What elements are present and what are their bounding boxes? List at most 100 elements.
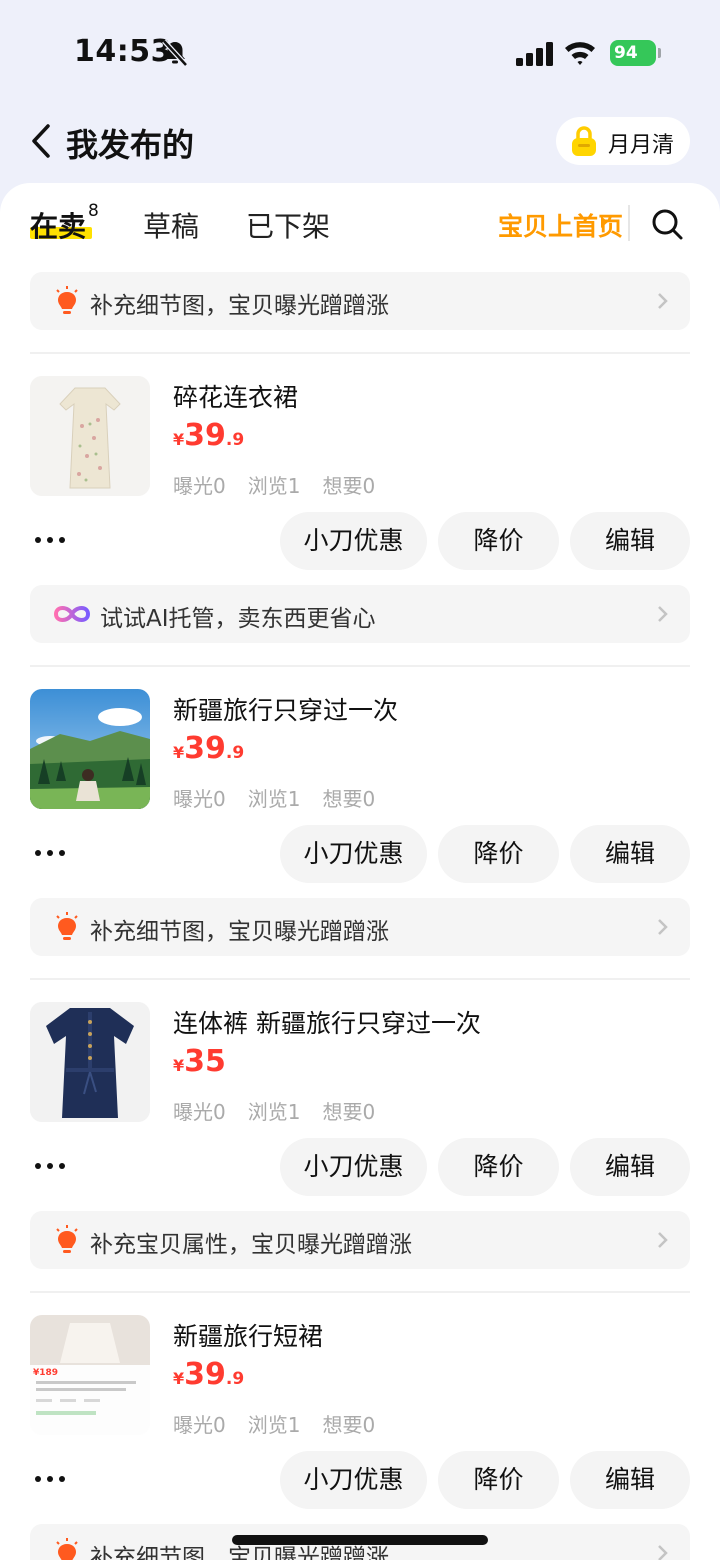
bell-slash-icon [162,39,188,67]
tab-bar: 在卖 8 草稿 已下架 宝贝上首页 [0,183,720,263]
price-currency: ¥ [173,1056,185,1075]
tip-banner[interactable]: 补充宝贝属性，宝贝曝光蹭蹭涨 [30,1211,690,1269]
status-time: 14:53 [74,34,172,69]
chevron-right-icon [658,919,668,935]
listing-price: ¥39.9 [173,1357,244,1392]
listing-item: ¥189 新疆旅行短裙 ¥39.9 曝光0 浏览1 想要0 小刀优惠 降价 编辑 [0,1315,720,1515]
listing-price: ¥35 [173,1044,226,1079]
listing-stats: 曝光0 浏览1 想要0 [173,1096,397,1125]
listing-title[interactable]: 新疆旅行只穿过一次 [173,691,398,727]
price-decimal: .9 [225,743,245,763]
reduce-price-button[interactable]: 降价 [438,1138,559,1196]
listing-thumbnail[interactable] [30,689,150,809]
price-integer: 39 [184,418,226,453]
divider [30,665,690,667]
want-count: 想要0 [322,787,376,811]
denim-jumpsuit-image [30,1002,150,1122]
listing-thumbnail[interactable] [30,376,150,496]
reduce-price-button[interactable]: 降价 [438,1451,559,1509]
edit-button[interactable]: 编辑 [570,1138,690,1196]
battery-indicator: 94 [610,40,661,66]
listing-item: 新疆旅行只穿过一次 ¥39.9 曝光0 浏览1 想要0 小刀优惠 降价 编辑 [0,689,720,889]
listing-stats: 曝光0 浏览1 想要0 [173,783,397,812]
tip-text: 补充宝贝属性，宝贝曝光蹭蹭涨 [90,1232,412,1258]
tip-banner-ai[interactable]: 试试AI托管，卖东西更省心 [30,585,690,643]
tab-divider [628,205,630,241]
listing-item: 碎花连衣裙 ¥39.9 曝光0 浏览1 想要0 小刀优惠 降价 编辑 [0,376,720,576]
want-count: 想要0 [322,1100,376,1124]
discount-button[interactable]: 小刀优惠 [280,1138,427,1196]
listing-title[interactable]: 碎花连衣裙 [173,378,298,414]
edit-button[interactable]: 编辑 [570,825,690,883]
listing-item: 连体裤 新疆旅行只穿过一次 ¥35 曝光0 浏览1 想要0 小刀优惠 降价 编辑 [0,1002,720,1202]
reduce-price-button[interactable]: 降价 [438,825,559,883]
page-title: 我发布的 [66,126,195,164]
home-indicator[interactable] [232,1535,488,1545]
price-integer: 35 [184,1044,226,1079]
listing-stats: 曝光0 浏览1 想要0 [173,1409,397,1438]
divider [30,978,690,980]
divider [30,352,690,354]
price-currency: ¥ [173,430,185,449]
want-count: 想要0 [322,474,376,498]
discount-button[interactable]: 小刀优惠 [280,825,427,883]
reduce-price-button[interactable]: 降价 [438,512,559,570]
price-decimal: .9 [225,1369,245,1389]
lock-icon [572,126,596,156]
listing-thumbnail[interactable] [30,1002,150,1122]
search-icon[interactable] [650,207,684,241]
bulb-icon [56,1225,78,1253]
price-decimal: .9 [225,430,245,450]
exposure-count: 曝光0 [173,474,226,498]
tip-text: 补充细节图，宝贝曝光蹭蹭涨 [90,919,389,945]
listing-stats: 曝光0 浏览1 想要0 [173,470,397,499]
tab-removed[interactable]: 已下架 [246,205,330,245]
view-count: 浏览1 [247,1100,301,1124]
price-integer: 39 [184,1357,226,1392]
tab-selling[interactable]: 在卖 [30,205,86,245]
more-icon[interactable] [34,849,66,857]
price-currency: ¥ [173,1369,185,1388]
chevron-right-icon [658,293,668,309]
want-count: 想要0 [322,1413,376,1437]
landscape-photo-image [30,689,150,809]
battery-level: 94 [610,40,656,66]
month-clear-button[interactable]: 月月清 [556,117,690,165]
exposure-count: 曝光0 [173,1100,226,1124]
bulb-icon [56,1538,78,1560]
back-icon[interactable] [28,122,54,160]
tip-banner[interactable]: 补充细节图，宝贝曝光蹭蹭涨 [30,898,690,956]
edit-button[interactable]: 编辑 [570,512,690,570]
listing-title[interactable]: 连体裤 新疆旅行只穿过一次 [173,1004,481,1040]
floral-dress-image [30,376,150,496]
price-currency: ¥ [173,743,185,762]
divider [30,1291,690,1293]
ai-icon [53,606,91,622]
price-integer: 39 [184,731,226,766]
battery-cap [658,48,661,58]
tab-selling-count: 8 [88,201,99,221]
signal-icon [516,42,553,66]
listing-thumbnail[interactable]: ¥189 [30,1315,150,1435]
chevron-right-icon [658,1232,668,1248]
tip-text: 补充细节图，宝贝曝光蹭蹭涨 [90,293,389,319]
tab-drafts[interactable]: 草稿 [143,205,199,245]
more-icon[interactable] [34,536,66,544]
tip-text: 试试AI托管，卖东西更省心 [100,606,376,632]
more-icon[interactable] [34,1162,66,1170]
month-clear-label: 月月清 [608,133,675,158]
discount-button[interactable]: 小刀优惠 [280,512,427,570]
edit-button[interactable]: 编辑 [570,1451,690,1509]
listing-title[interactable]: 新疆旅行短裙 [173,1317,323,1353]
discount-button[interactable]: 小刀优惠 [280,1451,427,1509]
thumbnail-price-tag: ¥189 [33,1368,59,1378]
status-bar: 14:53 94 [0,0,720,100]
tip-banner[interactable]: 补充细节图，宝贝曝光蹭蹭涨 [30,272,690,330]
listing-price: ¥39.9 [173,418,244,453]
chevron-right-icon [658,1545,668,1560]
bulb-icon [56,286,78,314]
listing-price: ¥39.9 [173,731,244,766]
view-count: 浏览1 [247,787,301,811]
more-icon[interactable] [34,1475,66,1483]
content-sheet: 在卖 8 草稿 已下架 宝贝上首页 补充细节图，宝贝曝光蹭蹭涨 碎花连衣裙 ¥3… [0,183,720,1560]
